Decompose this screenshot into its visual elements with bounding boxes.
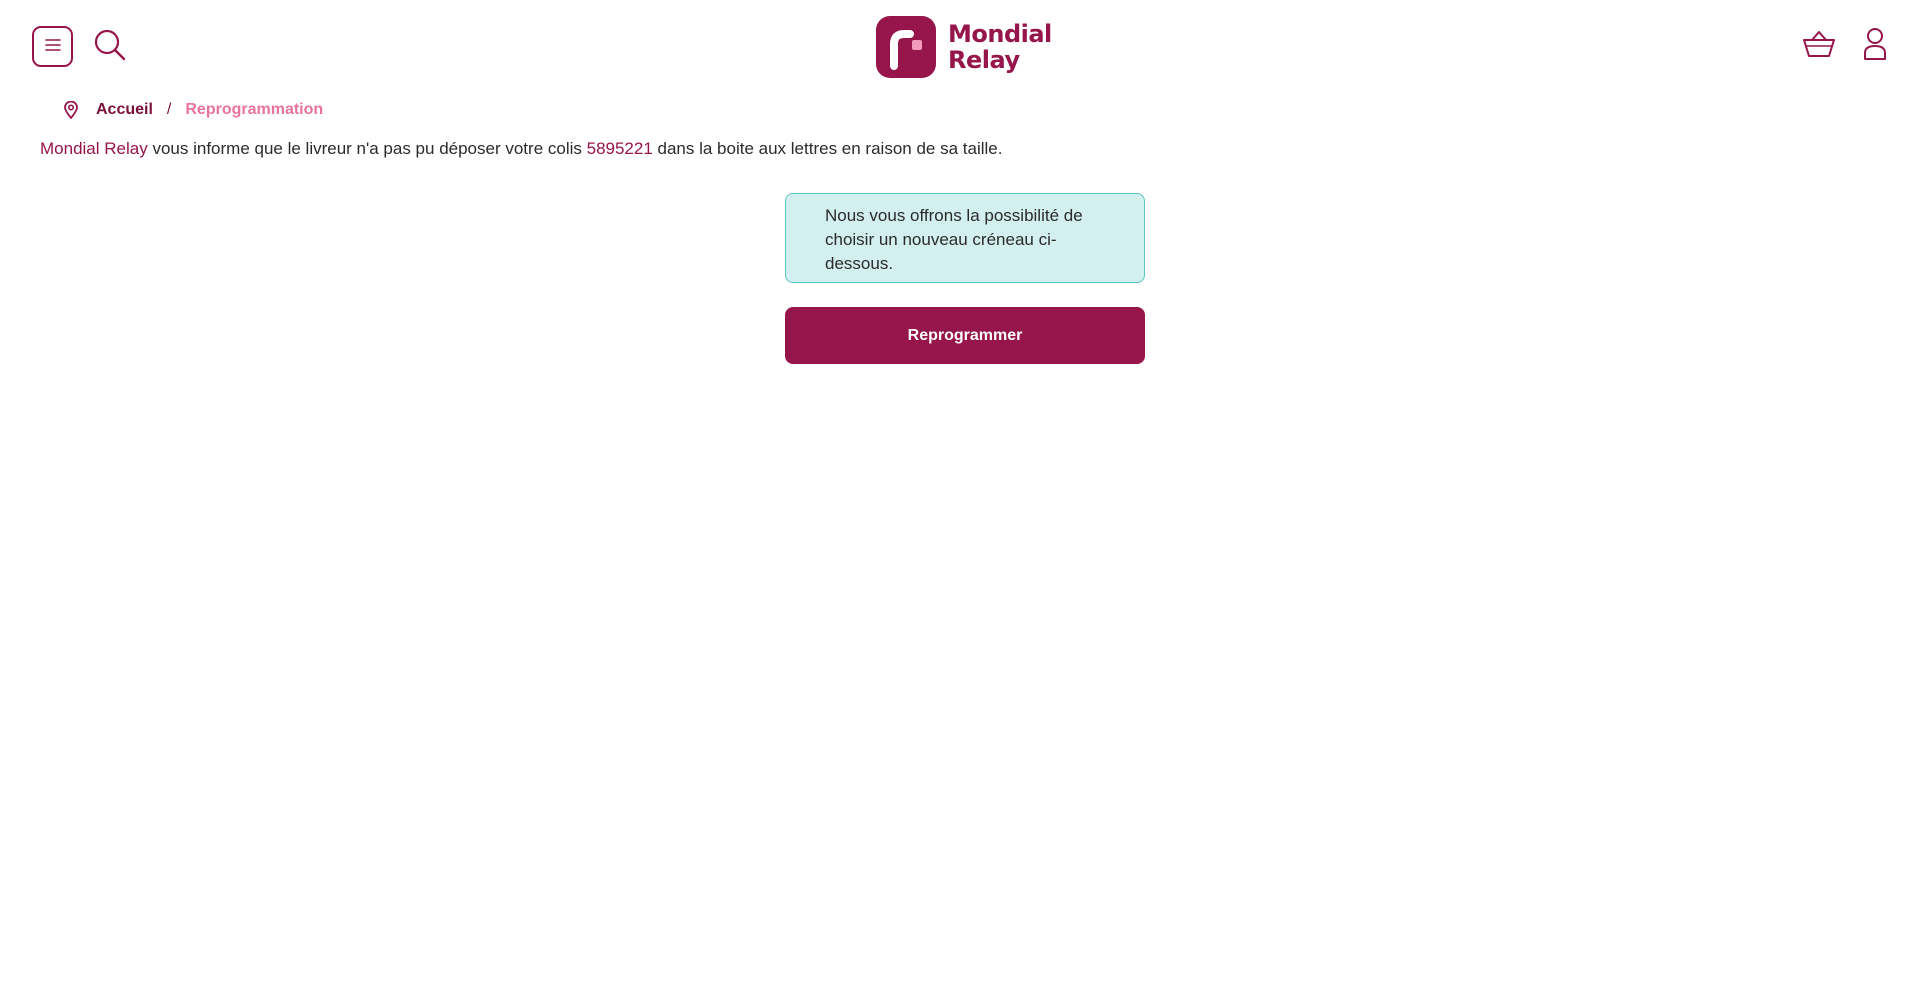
parcel-number: 5895221: [586, 139, 653, 158]
reschedule-notice: Nous vous offrons la possibilité de choi…: [785, 193, 1145, 283]
info-text-after: dans la boite aux lettres en raison de s…: [652, 139, 1003, 158]
menu-button[interactable]: [32, 26, 73, 67]
cart-button[interactable]: [1800, 28, 1838, 64]
logo-line-2: Relay: [948, 46, 1020, 74]
account-button[interactable]: [1860, 26, 1890, 66]
user-icon: [1862, 27, 1888, 66]
notice-text: Nous vous offrons la possibilité de choi…: [825, 206, 1083, 273]
site-header: Mondial Relay: [0, 0, 1920, 92]
info-text-before: vous informe que le livreur n'a pas pu d…: [147, 139, 587, 158]
breadcrumb: Accueil / Reprogrammation: [64, 98, 323, 122]
breadcrumb-separator: /: [166, 101, 172, 118]
location-pin-icon: [64, 101, 80, 119]
logo-text: Mondial Relay: [948, 21, 1052, 73]
breadcrumb-current: Reprogrammation: [185, 101, 324, 118]
brand-name: Mondial Relay: [40, 139, 148, 158]
search-icon: [93, 28, 127, 67]
breadcrumb-home-link[interactable]: Accueil: [96, 101, 153, 119]
logo-mark-icon: [876, 16, 936, 78]
search-button[interactable]: [92, 29, 128, 65]
reprogram-button[interactable]: Reprogrammer: [785, 307, 1145, 364]
logo-line-1: Mondial: [948, 20, 1052, 48]
mondial-relay-logo[interactable]: Mondial Relay: [876, 15, 1056, 79]
hamburger-icon: [44, 38, 62, 55]
delivery-info-message: Mondial Relay vous informe que le livreu…: [40, 139, 1002, 159]
basket-icon: [1802, 29, 1836, 64]
